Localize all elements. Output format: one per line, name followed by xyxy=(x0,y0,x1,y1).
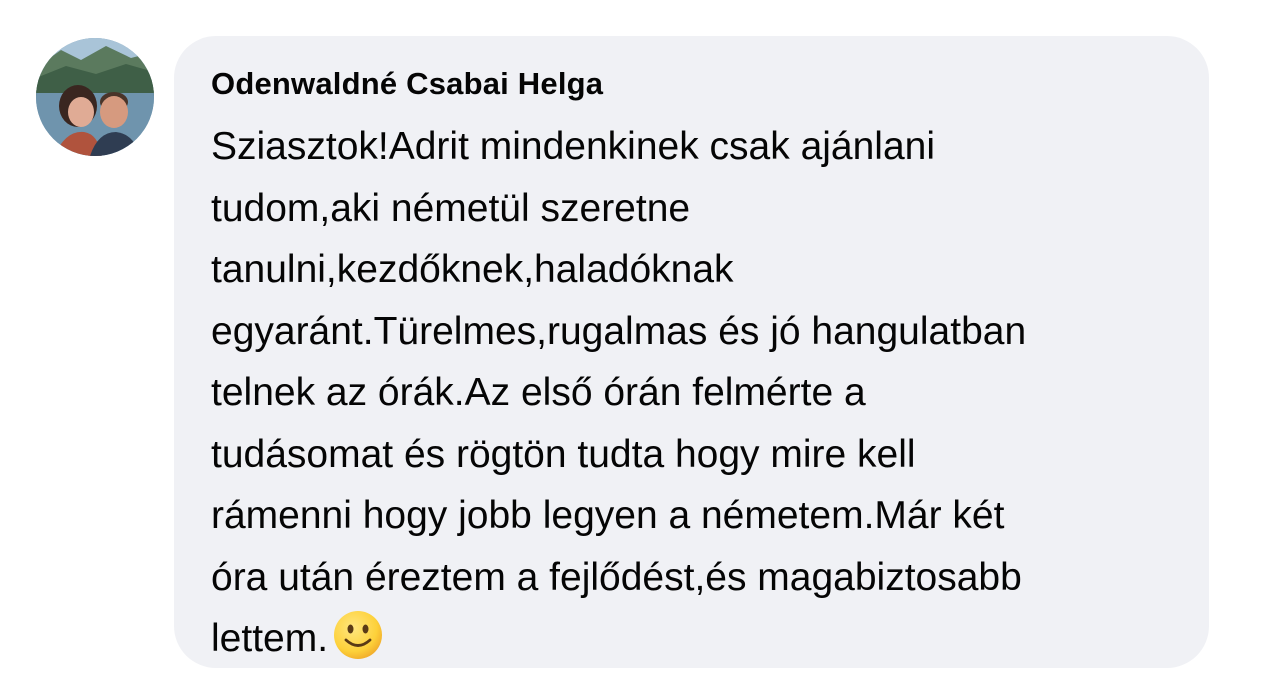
comment-line: egyaránt.Türelmes,rugalmas és jó hangula… xyxy=(211,309,1027,353)
comment-line: rámenni hogy jobb legyen a németem.Már k… xyxy=(211,494,1005,537)
comment-bubble: Odenwaldné Csabai Helga Sziasztok!Adrit … xyxy=(174,36,1209,668)
comment-line: tanulni,kezdőknek,haladóknak xyxy=(211,248,734,291)
comment-line: óra után éreztem a fejlődést,és magabizt… xyxy=(211,555,1022,599)
comment-line-text: lettem. xyxy=(211,617,329,660)
avatar[interactable] xyxy=(36,38,154,156)
comment-line-last: lettem. xyxy=(211,608,1201,670)
comment-line: Sziasztok!Adrit mindenkinek csak ajánlan… xyxy=(211,125,936,168)
comment-line: tudom,aki németül szeretne xyxy=(211,186,691,230)
comment-text: Sziasztok!Adrit mindenkinek csak ajánlan… xyxy=(211,116,1201,670)
comment-line: tudásomat és rögtön tudta hogy mire kell xyxy=(211,432,916,476)
slightly-smiling-face-icon xyxy=(334,611,383,659)
comment-author[interactable]: Odenwaldné Csabai Helga xyxy=(211,66,603,102)
comment-line: telnek az órák.Az első órán felmérte a xyxy=(211,371,866,414)
avatar-photo xyxy=(36,38,154,156)
